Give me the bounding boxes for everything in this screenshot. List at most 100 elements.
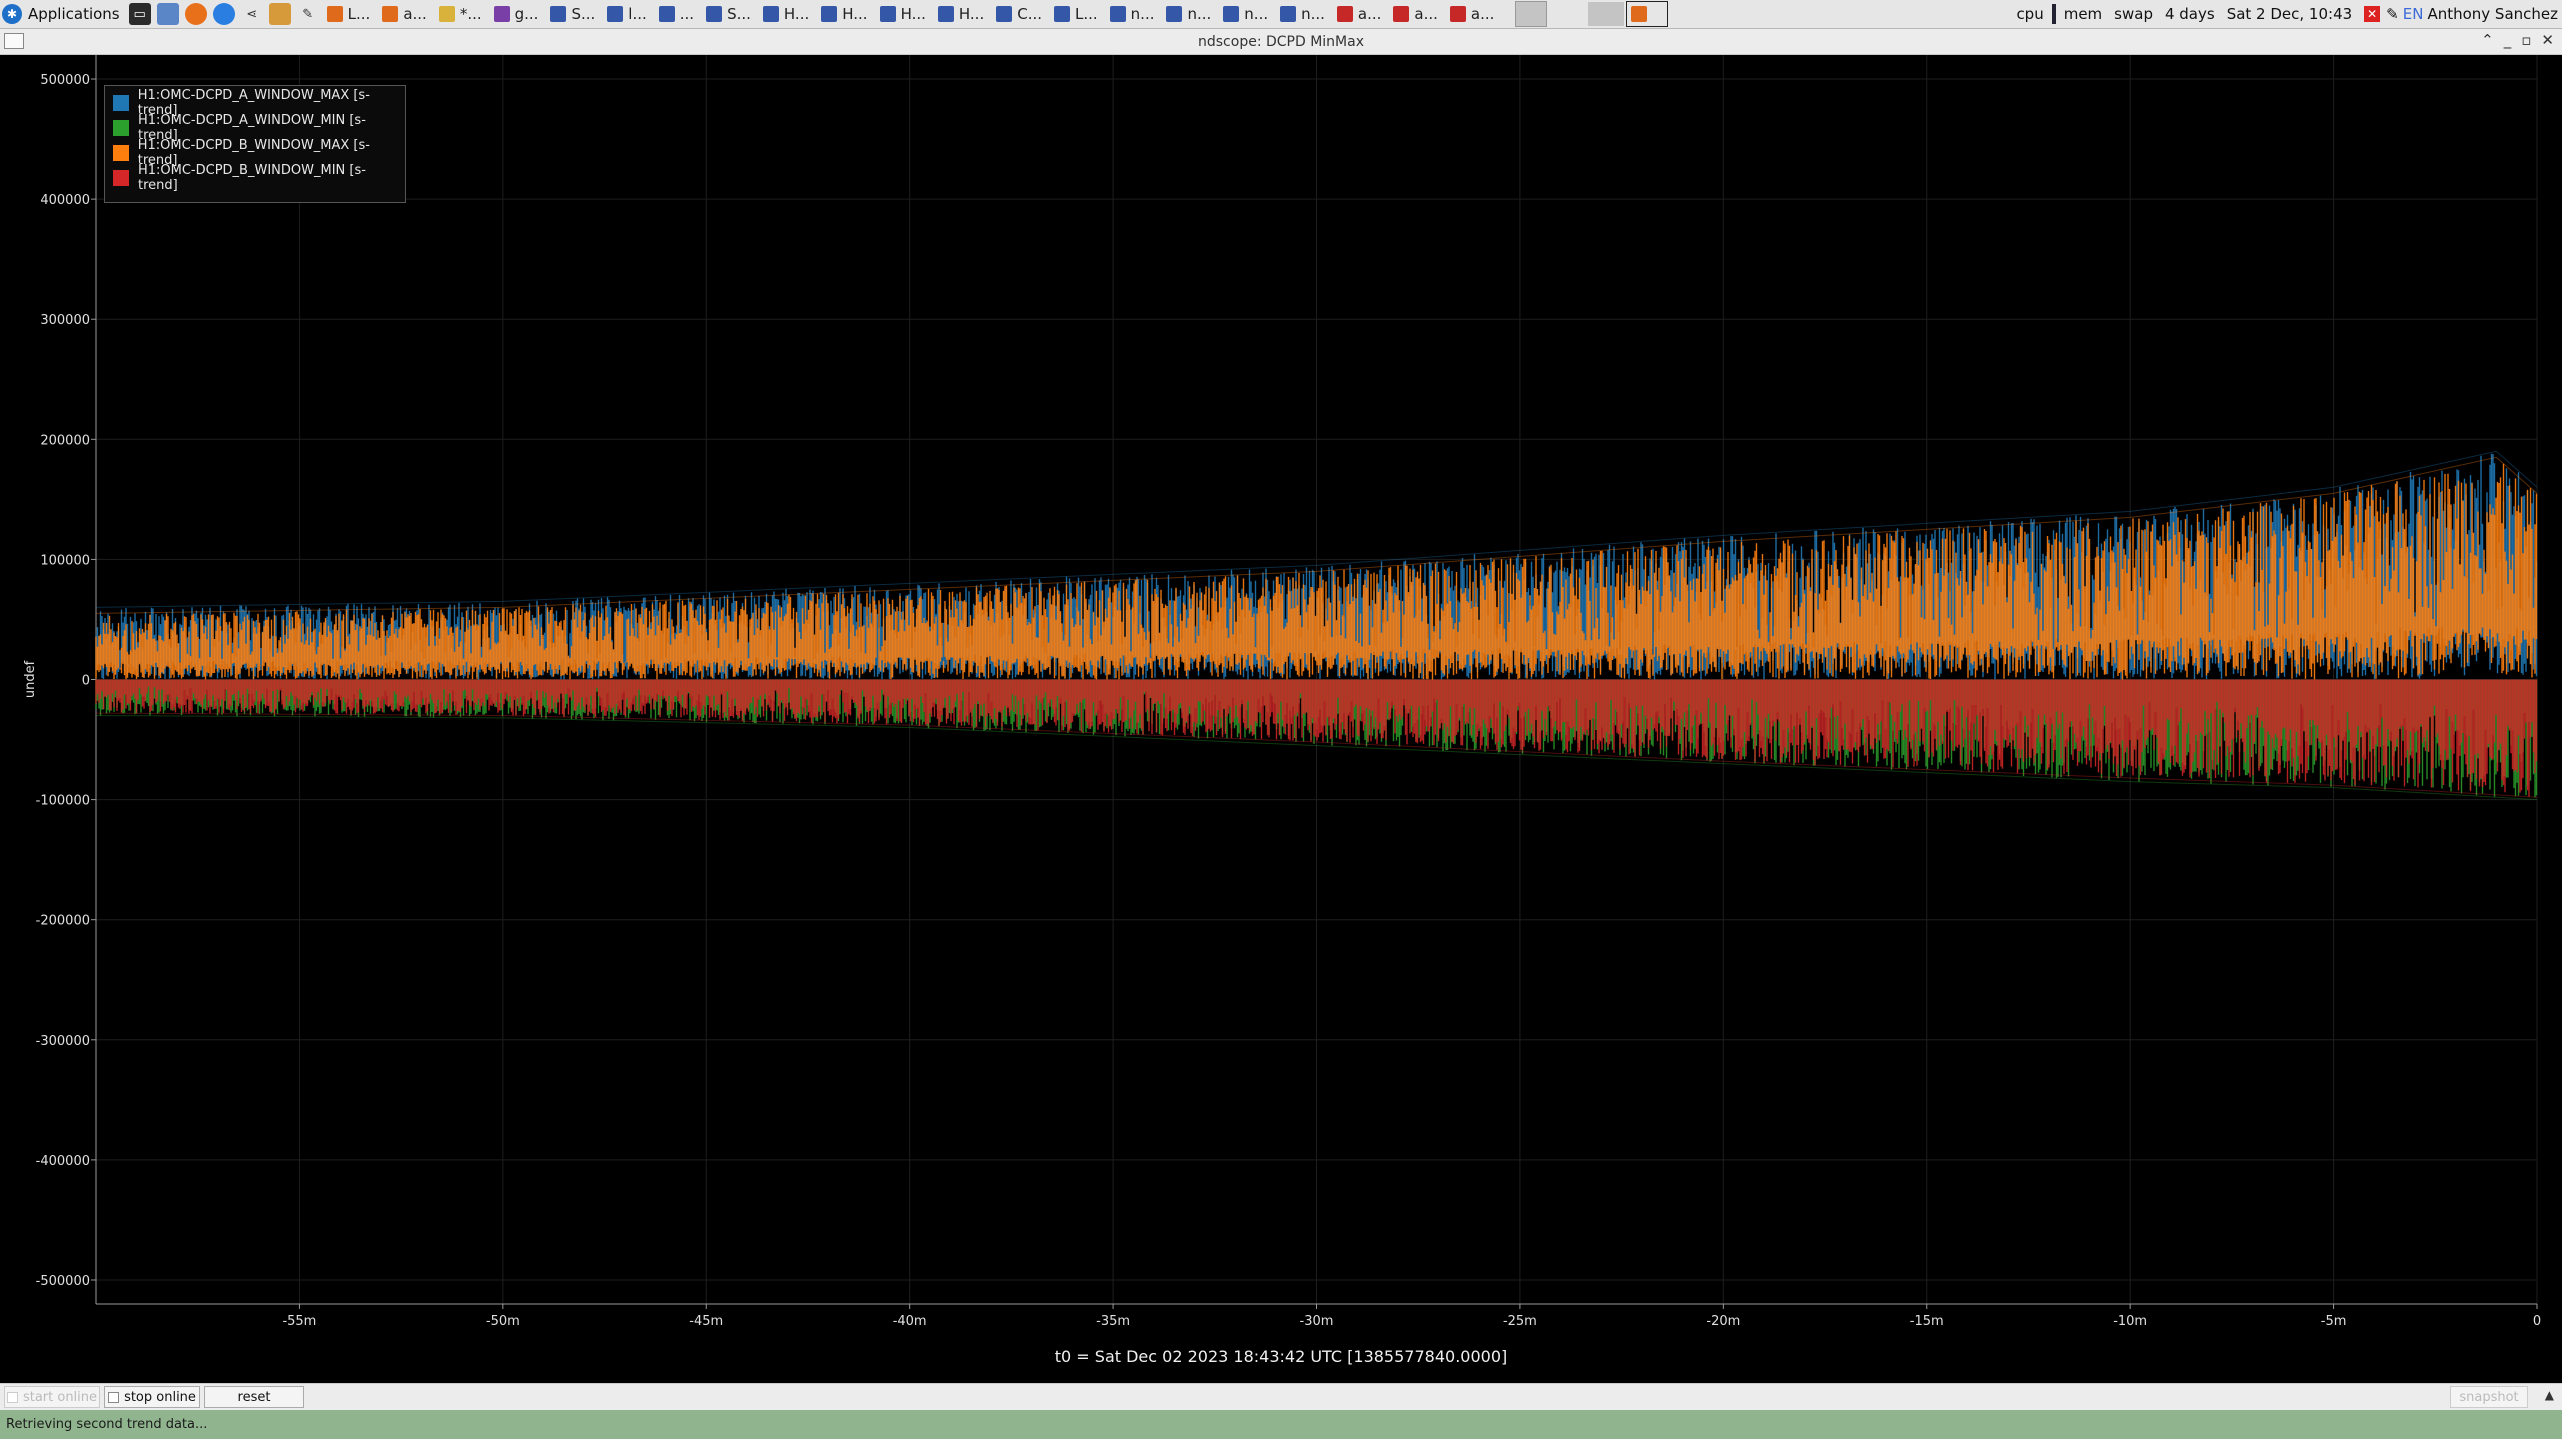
expand-panel-icon[interactable]: ▲ xyxy=(2545,1388,2554,1402)
window-icon xyxy=(1166,6,1183,22)
monitor-icon xyxy=(821,6,838,22)
share-icon[interactable]: ⋖ xyxy=(241,3,263,25)
minimize-icon[interactable]: _ xyxy=(2504,31,2512,49)
task-label: H... xyxy=(958,5,985,23)
x-tick-label: -35m xyxy=(1096,1314,1130,1329)
y-axis-label: undef xyxy=(23,660,38,698)
keyboard-layout[interactable]: EN xyxy=(2399,5,2428,23)
legend-swatch xyxy=(113,169,129,186)
shade-icon[interactable]: ⌃ xyxy=(2481,31,2494,49)
snapshot-button[interactable]: snapshot xyxy=(2450,1386,2528,1408)
legend[interactable]: H1:OMC-DCPD_A_WINDOW_MAX [s-trend] H1:OMC… xyxy=(104,85,406,203)
cpu-graph xyxy=(2051,4,2056,24)
start-online-button[interactable]: start online xyxy=(4,1386,100,1408)
task-button[interactable]: H... xyxy=(759,2,815,26)
task-button[interactable]: n... xyxy=(1219,2,1274,26)
task-label: a... xyxy=(1470,5,1495,23)
task-button[interactable]: a... xyxy=(378,2,433,26)
legend-item[interactable]: H1:OMC-DCPD_B_WINDOW_MIN [s-trend] xyxy=(105,163,405,193)
folder-icon[interactable] xyxy=(156,3,179,25)
pen-icon[interactable]: ✎ xyxy=(2386,5,2399,23)
firefox-icon[interactable] xyxy=(184,3,207,25)
legend-item[interactable]: H1:OMC-DCPD_B_WINDOW_MAX [s-trend] xyxy=(105,138,405,168)
workspace-3[interactable] xyxy=(1626,1,1669,27)
window-title: ndscope: DCPD MinMax xyxy=(1198,33,1364,50)
y-tick-label: -500000 xyxy=(36,1274,90,1289)
task-button[interactable]: L... xyxy=(323,2,377,26)
task-button[interactable]: a... xyxy=(1389,2,1444,26)
app-red-icon xyxy=(1336,6,1353,22)
user-name[interactable]: Anthony Sanchez xyxy=(2427,5,2558,23)
terminal-icon[interactable]: ▭ xyxy=(128,3,151,25)
stop-online-label: stop online xyxy=(124,1389,196,1405)
window-titlebar[interactable]: ndscope: DCPD MinMax ⌃ _ ▫ ✕ xyxy=(0,29,2562,55)
cpu-monitor[interactable]: cpu xyxy=(2010,5,2049,23)
y-tick-label: -400000 xyxy=(36,1154,90,1169)
maximize-icon[interactable]: ▫ xyxy=(2521,31,2531,49)
task-button[interactable]: *... xyxy=(435,2,488,26)
task-button[interactable]: ... xyxy=(655,2,700,26)
task-button[interactable]: l... xyxy=(603,2,652,26)
task-button[interactable]: g... xyxy=(490,2,545,26)
x-tick-label: -10m xyxy=(2113,1314,2147,1329)
task-button[interactable]: a... xyxy=(1446,2,1501,26)
task-button[interactable]: S... xyxy=(546,2,601,26)
app-red-icon xyxy=(1393,6,1410,22)
y-tick-label: 400000 xyxy=(40,193,90,208)
stop-online-checkbox-icon xyxy=(108,1391,120,1403)
firefox-icon xyxy=(1631,6,1648,22)
task-label: n... xyxy=(1187,5,1212,23)
task-label: n... xyxy=(1301,5,1325,23)
task-button[interactable]: L... xyxy=(1050,2,1104,26)
applications-label: Applications xyxy=(28,5,120,23)
window-icon xyxy=(1223,6,1240,22)
clock[interactable]: Sat 2 Dec, 10:43 xyxy=(2221,5,2358,23)
close-icon[interactable]: ✕ xyxy=(2364,6,2381,22)
monitor-icon xyxy=(607,6,624,22)
task-button[interactable]: S... xyxy=(702,2,757,26)
uptime: 4 days xyxy=(2164,5,2215,23)
applications-logo-icon: ✱ xyxy=(2,4,22,24)
task-label: H... xyxy=(900,5,926,23)
notes-icon xyxy=(438,6,455,22)
task-label: H... xyxy=(783,5,810,23)
task-label: g... xyxy=(514,5,539,23)
task-button[interactable]: n... xyxy=(1276,2,1331,26)
y-tick-label: -300000 xyxy=(36,1034,90,1049)
task-button[interactable]: n... xyxy=(1106,2,1161,26)
window-menu-icon[interactable] xyxy=(4,33,24,49)
task-button[interactable]: C... xyxy=(992,2,1048,26)
mem-monitor[interactable]: mem xyxy=(2058,5,2108,23)
y-tick-label: -200000 xyxy=(36,914,90,929)
reset-button[interactable]: reset xyxy=(204,1386,304,1408)
status-text: Retrieving second trend data... xyxy=(6,1417,208,1432)
task-label: L... xyxy=(347,5,371,23)
stop-online-button[interactable]: stop online xyxy=(104,1386,200,1408)
chrome-icon[interactable] xyxy=(212,3,235,25)
editor-icon[interactable]: ✎ xyxy=(297,3,319,25)
legend-item[interactable]: H1:OMC-DCPD_A_WINDOW_MIN [s-trend] xyxy=(105,113,405,143)
people-icon[interactable] xyxy=(268,3,291,25)
task-button[interactable]: H... xyxy=(817,2,873,26)
taskbar: ✱ Applications ▭ ⋖ ✎ L... a... *... g... S..… xyxy=(0,0,2562,29)
task-button[interactable]: n... xyxy=(1162,2,1217,26)
chart-canvas[interactable]: 500000 400000 300000 200000 100000 0 -100000 -2… xyxy=(0,55,2562,1383)
applications-menu[interactable]: ✱ Applications xyxy=(0,0,126,28)
plot-area[interactable]: 500000 400000 300000 200000 100000 0 -100000 -2… xyxy=(0,55,2562,1383)
task-button[interactable]: H... xyxy=(934,2,990,26)
x-tick-label: -5m xyxy=(2321,1314,2347,1329)
workspace-2[interactable] xyxy=(1588,2,1625,26)
firefox-icon xyxy=(382,6,399,22)
legend-swatch xyxy=(113,119,129,136)
x-tick-label: -50m xyxy=(486,1314,520,1329)
monitor-icon xyxy=(937,6,954,22)
task-button[interactable]: H... xyxy=(876,2,932,26)
window-icon xyxy=(658,6,675,22)
x-tick-label: -55m xyxy=(282,1314,316,1329)
workspace-switcher[interactable] xyxy=(1515,1,1548,27)
legend-item[interactable]: H1:OMC-DCPD_A_WINDOW_MAX [s-trend] xyxy=(105,88,405,118)
swap-monitor[interactable]: swap xyxy=(2108,5,2159,23)
task-button[interactable]: a... xyxy=(1333,2,1388,26)
close-window-icon[interactable]: ✕ xyxy=(2541,31,2554,49)
start-online-checkbox-icon xyxy=(6,1391,18,1403)
